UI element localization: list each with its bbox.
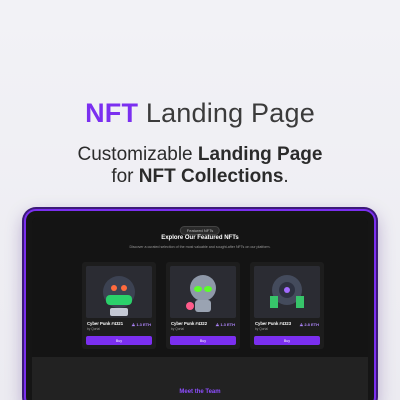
nft-name: Cyber Punk #4323 <box>255 321 292 326</box>
nft-price: 1.3 ETH <box>132 322 151 327</box>
nft-creator: by Qortal <box>87 327 100 331</box>
nft-name: Cyber Punk #4322 <box>171 321 208 326</box>
team-title: Meet the Team <box>179 389 221 395</box>
nft-creator: by Qortal <box>255 327 268 331</box>
hero-subtitle-1-bold: Landing Page <box>197 144 323 165</box>
nft-price: 2.8 ETH <box>300 322 319 327</box>
featured-pill: Featured NFTs <box>179 226 221 235</box>
hero-subtitle-line2: for NFT Collections. <box>0 166 400 188</box>
device-frame: Featured NFTs Explore Our Featured NFTs … <box>24 209 376 400</box>
hero-title: NFT Landing Page <box>0 98 400 129</box>
hero-subtitle-2-end: . <box>283 166 289 187</box>
nft-name: Cyber Punk #4321 <box>87 321 124 326</box>
hero-subtitle-2-normal: for <box>111 166 139 187</box>
nft-card-grid: Cyber Punk #4321 by Qortal 1.3 ETH Buy <box>82 262 324 352</box>
hero-subtitle-2-bold: NFT Collections <box>138 166 284 187</box>
hero-title-accent: NFT <box>85 98 139 128</box>
nft-image <box>170 266 236 318</box>
nft-card[interactable]: Cyber Punk #4322 by Qortal 1.3 ETH Buy <box>166 262 240 349</box>
nft-price: 1.3 ETH <box>216 322 235 327</box>
featured-description: Discover a curated selection of the most… <box>129 245 271 249</box>
landing-preview-screen: Featured NFTs Explore Our Featured NFTs … <box>32 217 368 400</box>
featured-section: Featured NFTs Explore Our Featured NFTs … <box>32 217 368 357</box>
nft-image <box>86 266 152 318</box>
nft-card[interactable]: Cyber Punk #4321 by Qortal 1.3 ETH Buy <box>82 262 156 349</box>
featured-title: Explore Our Featured NFTs <box>161 235 239 241</box>
buy-button[interactable]: Buy <box>170 336 236 345</box>
nft-image <box>254 266 320 318</box>
hero-subtitle-1-normal: Customizable <box>77 144 198 165</box>
buy-button[interactable]: Buy <box>254 336 320 345</box>
nft-card[interactable]: Cyber Punk #4323 by Qortal 2.8 ETH Buy <box>250 262 324 349</box>
hero-subtitle-line1: Customizable Landing Page <box>0 144 400 166</box>
hero-title-rest: Landing Page <box>138 98 315 128</box>
buy-button[interactable]: Buy <box>86 336 152 345</box>
nft-creator: by Qortal <box>171 327 184 331</box>
